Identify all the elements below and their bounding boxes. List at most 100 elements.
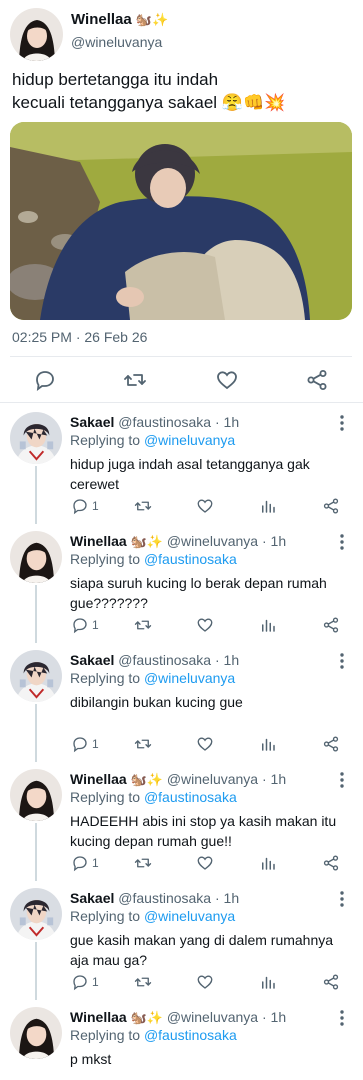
separator-dot: ·	[258, 771, 271, 787]
reply-author-handle[interactable]: @faustinosaka	[118, 652, 211, 668]
replying-to-mention[interactable]: @wineluvanya	[144, 432, 235, 448]
reply-button[interactable]: 1	[71, 496, 99, 516]
analytics-button[interactable]	[259, 734, 277, 754]
reply-author-handle[interactable]: @wineluvanya	[167, 771, 258, 787]
analytics-button[interactable]	[259, 496, 277, 516]
reply-text: siapa suruh kucing lo berak depan rumah …	[70, 575, 327, 611]
reply-time[interactable]: 1h	[271, 1009, 287, 1025]
reply-count: 1	[92, 499, 99, 513]
reply-count: 1	[92, 975, 99, 989]
retweet-icon	[134, 735, 152, 753]
more-options-icon[interactable]	[334, 1009, 350, 1027]
reply-author-name[interactable]: Sakael	[70, 652, 114, 668]
analytics-icon	[259, 616, 277, 634]
author-handle[interactable]: @wineluvanya	[71, 34, 162, 50]
reply-time[interactable]: 1h	[224, 414, 240, 430]
avatar-winellaa[interactable]	[10, 531, 62, 583]
reply-button[interactable]: 1	[71, 972, 99, 992]
main-tweet: Winellaa 🐿️✨ @wineluvanya hidup bertetan…	[0, 0, 363, 404]
reply-tweet[interactable]: Winellaa 🐿️✨ @wineluvanya · 1h Replying t…	[0, 999, 363, 1080]
retweet-icon[interactable]	[123, 368, 147, 392]
replying-to-label: Replying to	[70, 789, 141, 805]
avatar-sakael[interactable]	[10, 888, 62, 940]
separator-dot: ·	[258, 533, 271, 549]
like-button[interactable]	[196, 972, 214, 992]
reply-author-name[interactable]: Sakael	[70, 414, 114, 430]
replying-to-mention[interactable]: @faustinosaka	[144, 551, 237, 567]
retweet-icon	[134, 616, 152, 634]
reply-text: gue kasih makan yang di dalem rumahnya a…	[70, 932, 334, 968]
reply-time[interactable]: 1h	[271, 771, 287, 787]
reply-author-handle[interactable]: @faustinosaka	[118, 890, 211, 906]
like-icon[interactable]	[215, 368, 239, 392]
more-options-icon[interactable]	[334, 771, 350, 789]
more-options-icon[interactable]	[334, 533, 350, 551]
share-icon	[322, 973, 340, 991]
tweet-photo[interactable]	[10, 122, 352, 320]
more-options-icon[interactable]	[334, 652, 350, 670]
reply-author-name[interactable]: Winellaa	[70, 533, 127, 549]
section-divider	[0, 402, 363, 403]
share-icon[interactable]	[305, 368, 329, 392]
avatar-winellaa[interactable]	[10, 8, 63, 61]
reply-tweet[interactable]: Sakael @faustinosaka · 1h Replying to @wi…	[0, 642, 363, 762]
avatar-sakael[interactable]	[10, 650, 62, 702]
reply-icon	[71, 854, 89, 872]
share-button[interactable]	[322, 972, 340, 992]
avatar-winellaa[interactable]	[10, 769, 62, 821]
reply-count: 1	[92, 737, 99, 751]
reply-author-emoji: 🐿️✨	[130, 773, 163, 788]
reply-button[interactable]: 1	[71, 853, 99, 873]
reply-actions: 1	[0, 853, 363, 875]
replying-to-mention[interactable]: @wineluvanya	[144, 670, 235, 686]
reply-button[interactable]: 1	[71, 734, 99, 754]
analytics-button[interactable]	[259, 972, 277, 992]
replying-to-label: Replying to	[70, 551, 141, 567]
replying-to-mention[interactable]: @faustinosaka	[144, 1027, 237, 1043]
replying-to-mention[interactable]: @wineluvanya	[144, 908, 235, 924]
replying-to-mention[interactable]: @faustinosaka	[144, 789, 237, 805]
reply-author-name[interactable]: Winellaa	[70, 1009, 127, 1025]
reply-time[interactable]: 1h	[224, 652, 240, 668]
reply-icon	[71, 497, 89, 515]
retweet-button[interactable]	[134, 853, 152, 873]
analytics-button[interactable]	[259, 853, 277, 873]
reply-icon[interactable]	[33, 368, 57, 392]
avatar-sakael[interactable]	[10, 412, 62, 464]
avatar-winellaa[interactable]	[10, 1007, 62, 1059]
more-options-icon[interactable]	[334, 414, 350, 432]
reply-text: dibilangin bukan kucing gue	[70, 694, 243, 710]
author-name[interactable]: Winellaa 🐿️✨	[71, 11, 168, 28]
share-button[interactable]	[322, 734, 340, 754]
like-button[interactable]	[196, 496, 214, 516]
reply-author-name[interactable]: Winellaa	[70, 771, 127, 787]
share-button[interactable]	[322, 496, 340, 516]
more-options-icon[interactable]	[334, 890, 350, 908]
retweet-button[interactable]	[134, 496, 152, 516]
share-button[interactable]	[322, 853, 340, 873]
reply-time[interactable]: 1h	[271, 533, 287, 549]
reply-time[interactable]: 1h	[224, 890, 240, 906]
tweet-timestamp[interactable]: 02:25 PM · 26 Feb 26	[12, 329, 147, 345]
retweet-icon	[134, 854, 152, 872]
retweet-button[interactable]	[134, 972, 152, 992]
retweet-button[interactable]	[134, 615, 152, 635]
reply-tweet[interactable]: Sakael @faustinosaka · 1h Replying to @wi…	[0, 404, 363, 524]
reply-author-handle[interactable]: @wineluvanya	[167, 1009, 258, 1025]
analytics-button[interactable]	[259, 615, 277, 635]
reply-tweet[interactable]: Winellaa 🐿️✨ @wineluvanya · 1h Replying t…	[0, 761, 363, 881]
like-button[interactable]	[196, 853, 214, 873]
reply-header: Winellaa 🐿️✨ @wineluvanya · 1h	[70, 533, 286, 550]
share-button[interactable]	[322, 615, 340, 635]
reply-tweet[interactable]: Sakael @faustinosaka · 1h Replying to @wi…	[0, 880, 363, 1000]
retweet-button[interactable]	[134, 734, 152, 754]
reply-author-handle[interactable]: @wineluvanya	[167, 533, 258, 549]
reply-author-name[interactable]: Sakael	[70, 890, 114, 906]
reply-author-handle[interactable]: @faustinosaka	[118, 414, 211, 430]
like-button[interactable]	[196, 615, 214, 635]
reply-tweet[interactable]: Winellaa 🐿️✨ @wineluvanya · 1h Replying t…	[0, 523, 363, 643]
like-button[interactable]	[196, 734, 214, 754]
reply-button[interactable]: 1	[71, 615, 99, 635]
share-icon	[322, 735, 340, 753]
replying-to-line: Replying to @faustinosaka	[70, 1027, 237, 1043]
